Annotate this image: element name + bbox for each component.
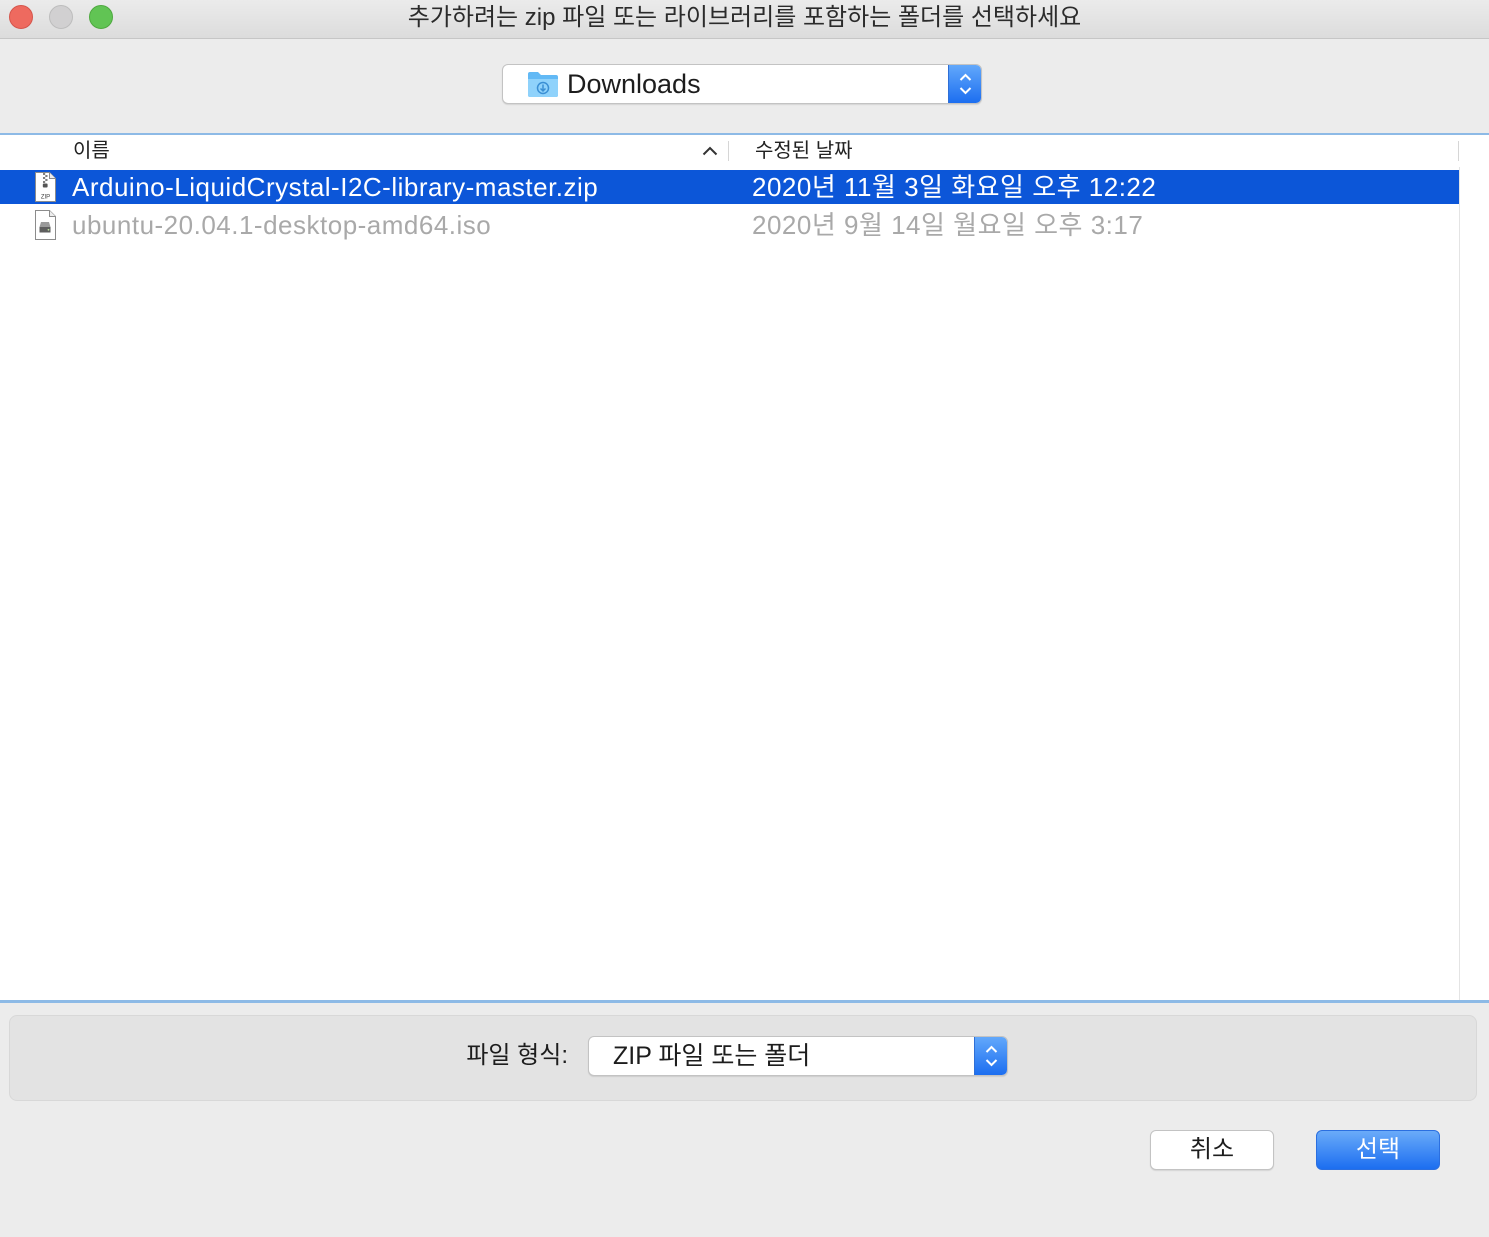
file-format-popup[interactable]: ZIP 파일 또는 폴더 [588,1036,1008,1076]
location-popup-stepper[interactable] [948,65,981,103]
zoom-button[interactable] [89,5,113,29]
file-name: ubuntu-20.04.1-desktop-amd64.iso [72,210,492,240]
list-bottom-divider [0,1000,1489,1003]
chevron-up-icon [985,1045,998,1053]
zip-file-icon: ZIP [35,172,56,202]
column-header-modified-label: 수정된 날짜 [755,140,853,162]
window-title: 추가하려는 zip 파일 또는 라이브러리를 포함하는 폴더를 선택하세요 [407,4,1082,31]
chevron-up-icon [959,73,972,81]
title-bar: 추가하려는 zip 파일 또는 라이브러리를 포함하는 폴더를 선택하세요 [0,0,1489,39]
minimize-button [49,5,73,29]
file-row: ubuntu-20.04.1-desktop-amd64.iso 2020년 9… [0,208,1459,242]
file-name: Arduino-LiquidCrystal-I2C-library-master… [72,172,599,202]
cancel-button[interactable]: 취소 [1150,1130,1274,1170]
chevron-up-icon [702,146,718,156]
up-down-arrows-icon [959,73,972,95]
column-header-name-label: 이름 [73,140,110,162]
scrollbar-gutter-border [1459,167,1460,1000]
downloads-folder-icon [528,72,558,97]
file-format-popup-stepper[interactable] [974,1037,1007,1075]
location-popup[interactable]: Downloads [502,64,982,104]
file-format-label: 파일 형식: [466,1042,568,1069]
zip-icon-label: ZIP [41,195,50,201]
location-popup-label: Downloads [567,69,701,99]
disk-image-icon [35,210,56,240]
chevron-down-icon [985,1059,998,1067]
close-button[interactable] [9,5,33,29]
file-format-popup-label: ZIP 파일 또는 폴더 [613,1042,811,1070]
up-down-arrows-icon [985,1045,998,1067]
column-header-name[interactable]: 이름 [0,135,728,167]
select-button[interactable]: 선택 [1316,1130,1440,1170]
column-header-modified[interactable]: 수정된 날짜 [729,135,1458,167]
file-list[interactable]: 이름 수정된 날짜 ZIP Arduino-LiquidCrystal-I2C-… [0,135,1489,1000]
file-row[interactable]: ZIP Arduino-LiquidCrystal-I2C-library-ma… [0,170,1459,204]
file-chooser-dialog: 추가하려는 zip 파일 또는 라이브러리를 포함하는 폴더를 선택하세요 Do… [0,0,1489,1237]
column-divider[interactable] [1458,141,1459,161]
file-modified-date: 2020년 11월 3일 화요일 오후 12:22 [752,172,1157,202]
chevron-down-icon [959,87,972,95]
file-modified-date: 2020년 9월 14일 월요일 오후 3:17 [752,210,1144,240]
